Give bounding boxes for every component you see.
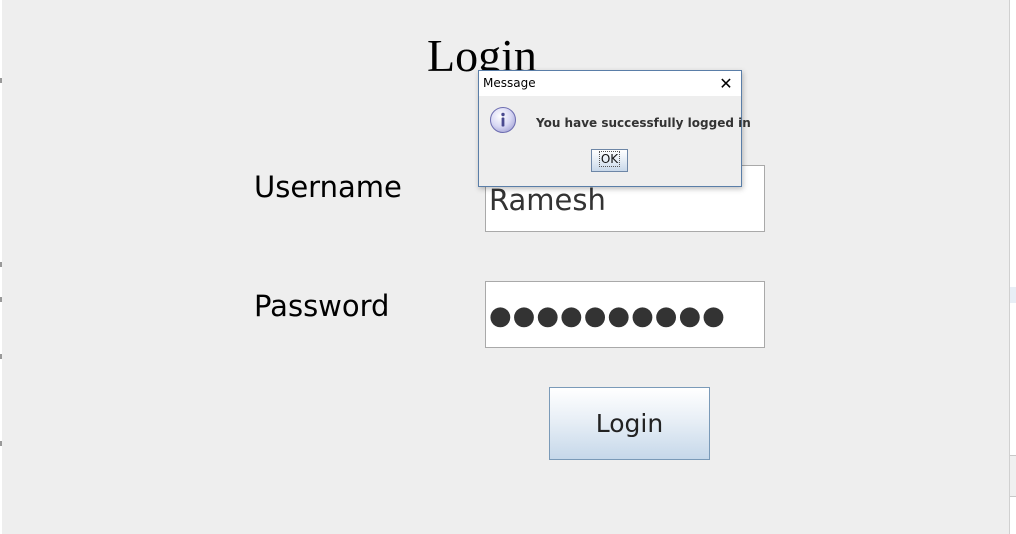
ok-button-label: OK [598,151,621,167]
background-text-fragment [1011,4,1016,14]
username-label: Username [254,170,402,204]
close-icon[interactable]: ✕ [715,73,737,94]
login-button[interactable]: Login [549,387,710,460]
password-field[interactable]: ●●●●●●●●●● [485,281,765,348]
info-icon [490,107,516,133]
dialog-title: Message [483,76,536,90]
background-panel-fragment [1010,455,1016,497]
background-window-edge [1009,0,1016,534]
password-label: Password [254,289,390,323]
dialog-titlebar[interactable]: Message ✕ [479,71,741,96]
ok-button[interactable]: OK [591,149,628,172]
background-panel-fragment [1010,287,1016,303]
dialog-message: You have successfully logged in [536,116,751,130]
message-dialog: Message ✕ You have successfully logged i… [478,70,751,187]
